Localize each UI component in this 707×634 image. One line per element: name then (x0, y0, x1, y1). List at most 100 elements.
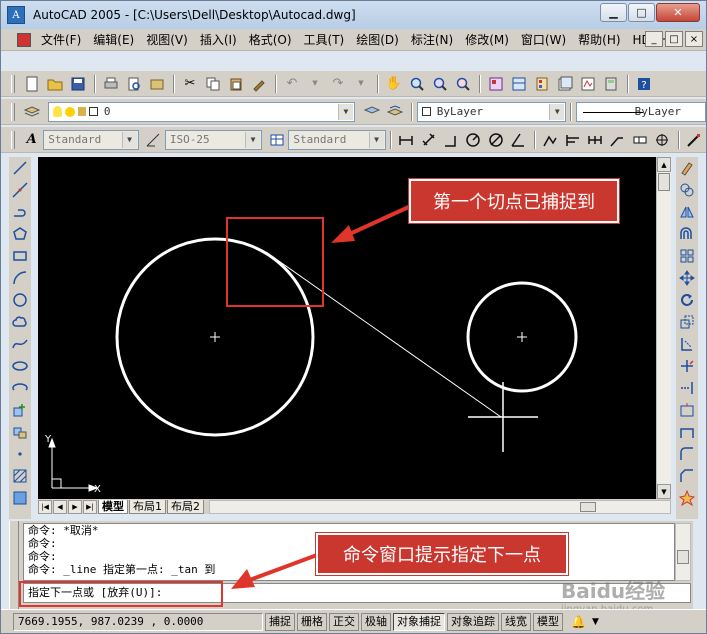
redo-icon[interactable]: ↷ (327, 73, 349, 95)
doc-maximize-button[interactable]: □ (665, 31, 683, 47)
polyline-icon[interactable] (10, 201, 30, 223)
menu-view[interactable]: 视图(V) (140, 30, 194, 50)
menu-draw[interactable]: 绘图(D) (350, 30, 405, 50)
dim-style-icon[interactable] (143, 129, 164, 151)
toolbar-grip[interactable] (11, 130, 15, 149)
join-icon[interactable] (677, 443, 697, 465)
scroll-thumb[interactable] (580, 501, 596, 512)
design-center-icon[interactable] (508, 73, 530, 95)
erase-icon[interactable] (677, 157, 697, 179)
scroll-thumb[interactable] (658, 173, 670, 191)
text-style-icon[interactable]: A (21, 129, 42, 151)
sheet-set-icon[interactable] (554, 73, 576, 95)
help-icon[interactable]: ? (633, 73, 655, 95)
status-menu-icon[interactable]: ▼ (592, 617, 599, 627)
offset-icon[interactable] (677, 223, 697, 245)
extend-icon[interactable] (677, 377, 697, 399)
diameter-dimension-icon[interactable] (485, 129, 506, 151)
toolbar-grip[interactable] (11, 74, 15, 93)
construction-line-icon[interactable] (10, 179, 30, 201)
cut-icon[interactable]: ✂ (179, 73, 201, 95)
chevron-down-icon[interactable]: ▼ (121, 131, 137, 148)
chevron-down-icon[interactable]: ▼ (368, 131, 384, 148)
copy-object-icon[interactable] (677, 179, 697, 201)
tab-layout2[interactable]: 布局2 (167, 499, 204, 514)
scroll-thumb[interactable] (677, 550, 689, 564)
layer-manager-icon[interactable] (21, 101, 43, 123)
ellipse-icon[interactable] (10, 355, 30, 377)
paste-icon[interactable] (225, 73, 247, 95)
chevron-down-icon[interactable]: ▼ (245, 131, 261, 148)
tab-layout1[interactable]: 布局1 (129, 499, 166, 514)
autocad-app-icon[interactable]: A (7, 6, 25, 24)
polygon-icon[interactable] (10, 223, 30, 245)
chevron-down-icon[interactable]: ▼ (337, 103, 353, 120)
trim-icon[interactable] (677, 355, 697, 377)
canvas-vertical-scrollbar[interactable]: ▲ ▼ (656, 157, 671, 499)
publish-icon[interactable] (146, 73, 168, 95)
zoom-realtime-icon[interactable] (406, 73, 428, 95)
move-icon[interactable] (677, 267, 697, 289)
dimension-edit-icon[interactable] (684, 129, 705, 151)
break-at-point-icon[interactable] (677, 399, 697, 421)
command-window-grip[interactable] (9, 521, 19, 609)
doc-minimize-button[interactable]: _ (645, 31, 663, 47)
continue-dimension-icon[interactable] (584, 129, 605, 151)
circle-icon[interactable] (10, 289, 30, 311)
tool-palettes-icon[interactable] (531, 73, 553, 95)
ellipse-arc-icon[interactable] (10, 377, 30, 399)
minimize-button[interactable]: ▁ (600, 3, 627, 22)
status-model-button[interactable]: 模型 (533, 612, 563, 631)
first-tab-icon[interactable]: |◀ (38, 499, 52, 514)
menu-insert[interactable]: 插入(I) (194, 30, 243, 50)
line-icon[interactable] (10, 157, 30, 179)
zoom-previous-icon[interactable] (452, 73, 474, 95)
toolbar-grip[interactable] (11, 102, 15, 121)
tolerance-icon[interactable] (629, 129, 650, 151)
next-tab-icon[interactable]: ▶ (68, 499, 82, 514)
undo-dropdown-icon[interactable]: ▼ (304, 73, 326, 95)
stretch-icon[interactable] (677, 333, 697, 355)
hatch-icon[interactable] (10, 465, 30, 487)
command-scrollbar[interactable] (675, 523, 691, 581)
maximize-button[interactable]: □ (628, 3, 655, 22)
layer-previous-icon[interactable] (384, 101, 406, 123)
scroll-down-icon[interactable]: ▼ (657, 484, 671, 499)
array-icon[interactable] (677, 245, 697, 267)
pan-icon[interactable]: ✋ (383, 73, 405, 95)
angular-dimension-icon[interactable] (507, 129, 528, 151)
print-icon[interactable] (100, 73, 122, 95)
table-style-combo[interactable]: Standard ▼ (288, 129, 386, 150)
color-combo[interactable]: ByLayer ▼ (416, 101, 567, 122)
menu-help[interactable]: 帮助(H) (572, 30, 626, 50)
new-file-icon[interactable] (21, 73, 43, 95)
quick-dimension-icon[interactable] (540, 129, 561, 151)
text-style-combo[interactable]: Standard ▼ (43, 129, 139, 150)
prev-tab-icon[interactable]: ◀ (53, 499, 67, 514)
break-icon[interactable] (677, 421, 697, 443)
print-preview-icon[interactable] (123, 73, 145, 95)
arc-icon[interactable] (10, 267, 30, 289)
center-mark-icon[interactable] (651, 129, 672, 151)
radius-dimension-icon[interactable] (463, 129, 484, 151)
revision-cloud-icon[interactable] (10, 311, 30, 333)
gradient-icon[interactable] (10, 487, 30, 509)
rectangle-icon[interactable] (10, 245, 30, 267)
insert-block-icon[interactable] (10, 399, 30, 421)
rotate-icon[interactable] (677, 289, 697, 311)
table-style-icon[interactable] (266, 129, 287, 151)
make-layer-current-icon[interactable] (361, 101, 383, 123)
status-ortho-button[interactable]: 正交 (329, 612, 359, 631)
calculator-icon[interactable] (600, 73, 622, 95)
layer-combo[interactable]: 0 ▼ (47, 101, 355, 122)
tab-model[interactable]: 模型 (98, 499, 128, 514)
baseline-dimension-icon[interactable] (562, 129, 583, 151)
aligned-dimension-icon[interactable] (418, 129, 439, 151)
linetype-combo[interactable]: ByLayer (576, 101, 706, 122)
leader-icon[interactable] (607, 129, 628, 151)
close-button[interactable]: ✕ (656, 3, 700, 22)
make-block-icon[interactable] (10, 421, 30, 443)
status-polar-button[interactable]: 极轴 (361, 612, 391, 631)
menu-tools[interactable]: 工具(T) (298, 30, 351, 50)
menu-file[interactable]: 文件(F) (35, 30, 87, 50)
